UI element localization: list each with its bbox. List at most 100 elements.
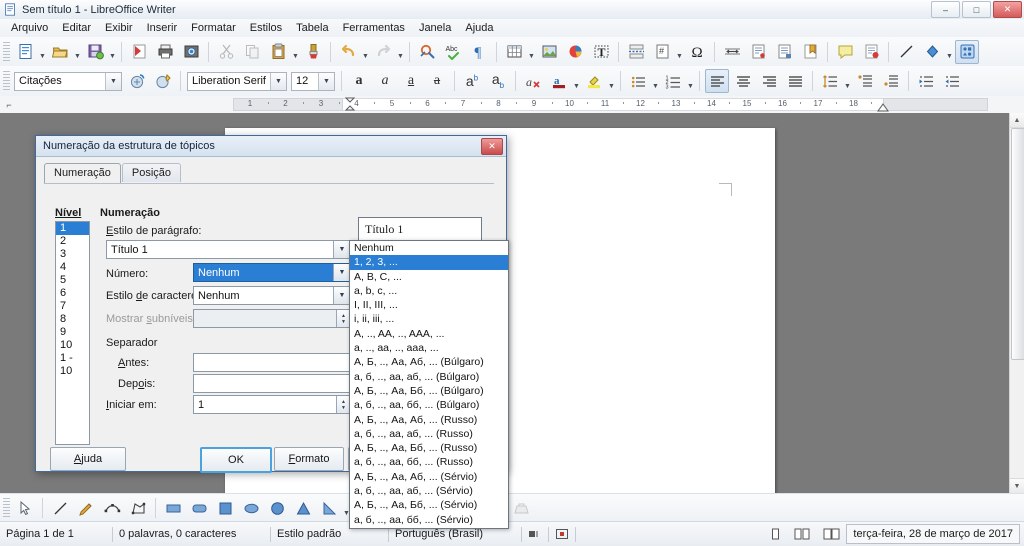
- menu-arquivo[interactable]: Arquivo: [4, 21, 55, 35]
- export-pdf-icon[interactable]: [127, 40, 151, 64]
- curve-icon[interactable]: [100, 496, 124, 520]
- font-size-combo[interactable]: 12 ▼: [291, 71, 335, 91]
- basic-shapes-dropdown[interactable]: ▼: [945, 38, 954, 65]
- rectangle-icon[interactable]: [161, 496, 185, 520]
- level-item[interactable]: 5: [56, 274, 89, 287]
- dropdown-option[interactable]: а, б, .., аа, бб, ... (Russo): [350, 455, 508, 469]
- special-character-icon[interactable]: Ω: [685, 40, 709, 64]
- ordered-list-dropdown[interactable]: ▼: [686, 68, 695, 95]
- update-style-icon[interactable]: [125, 69, 149, 93]
- circle-icon[interactable]: [265, 496, 289, 520]
- vertical-scrollbar[interactable]: ▲ ▼: [1009, 113, 1024, 493]
- open-file-icon[interactable]: [48, 40, 72, 64]
- level-item[interactable]: 8: [56, 313, 89, 326]
- align-center-icon[interactable]: [731, 69, 755, 93]
- level-item[interactable]: 2: [56, 235, 89, 248]
- insert-field-icon[interactable]: #: [650, 40, 674, 64]
- level-item[interactable]: 3: [56, 248, 89, 261]
- new-document-icon[interactable]: [13, 40, 37, 64]
- menu-ferramentas[interactable]: Ferramentas: [336, 21, 412, 35]
- unordered-list-icon[interactable]: [626, 69, 650, 93]
- unordered-list-dropdown[interactable]: ▼: [651, 68, 660, 95]
- after-field[interactable]: [193, 374, 351, 393]
- tab-stop-selector-icon[interactable]: ⌐: [0, 96, 18, 113]
- highlight-color-dropdown[interactable]: ▼: [607, 68, 616, 95]
- right-triangle-icon[interactable]: [317, 496, 341, 520]
- level-item[interactable]: 4: [56, 261, 89, 274]
- status-page[interactable]: Página 1 de 1: [0, 526, 112, 543]
- level-listbox[interactable]: 1 2 3 4 5 6 7 8 9 10 1 - 10: [55, 221, 90, 445]
- formatting-marks-icon[interactable]: ¶: [467, 40, 491, 64]
- undo-dropdown[interactable]: ▼: [361, 38, 370, 65]
- clear-formatting-icon[interactable]: a: [521, 69, 545, 93]
- dropdown-option[interactable]: a, b, c, ...: [350, 284, 508, 298]
- open-file-dropdown[interactable]: ▼: [73, 38, 82, 65]
- chevron-down-icon[interactable]: ▼: [333, 241, 350, 258]
- rounded-rectangle-icon[interactable]: [187, 496, 211, 520]
- toolbar-grip[interactable]: [3, 71, 10, 91]
- print-icon[interactable]: [153, 40, 177, 64]
- dropdown-option[interactable]: i, ii, iii, ...: [350, 312, 508, 326]
- freeform-line-icon[interactable]: [74, 496, 98, 520]
- scroll-up-arrow-icon[interactable]: ▲: [1010, 113, 1024, 128]
- close-button[interactable]: ✕: [993, 1, 1022, 18]
- number-field[interactable]: Nenhum ▼: [193, 263, 351, 282]
- insert-text-box-icon[interactable]: T: [589, 40, 613, 64]
- dropdown-option[interactable]: а, б, .., аа, бб, ... (Búlgaro): [350, 398, 508, 412]
- superscript-icon[interactable]: ab: [460, 69, 484, 93]
- chevron-down-icon[interactable]: ▼: [270, 72, 286, 90]
- insert-comment-icon[interactable]: [833, 40, 857, 64]
- insert-chart-icon[interactable]: [563, 40, 587, 64]
- dropdown-option[interactable]: А, Б, .., Аа, Аб, ... (Russo): [350, 413, 508, 427]
- ok-button[interactable]: OK: [200, 447, 272, 473]
- help-button[interactable]: Ajuda: [50, 447, 126, 471]
- dropdown-option[interactable]: 1, 2, 3, ...: [350, 255, 508, 270]
- scrollbar-thumb[interactable]: [1011, 128, 1024, 360]
- level-item[interactable]: 1 - 10: [56, 352, 89, 378]
- paste-dropdown[interactable]: ▼: [291, 38, 300, 65]
- toolbar-grip[interactable]: [3, 498, 10, 518]
- line-icon[interactable]: [48, 496, 72, 520]
- dropdown-option[interactable]: А, Б, .., Аа, Аб, ... (Búlgaro): [350, 355, 508, 369]
- menu-formatar[interactable]: Formatar: [184, 21, 243, 35]
- align-left-icon[interactable]: [705, 69, 729, 93]
- level-item[interactable]: 10: [56, 339, 89, 352]
- status-selection-mode[interactable]: [522, 526, 548, 543]
- paste-icon[interactable]: [266, 40, 290, 64]
- underline-icon[interactable]: a: [399, 69, 423, 93]
- dropdown-option[interactable]: а, б, .., аа, бб, ... (Sérvio): [350, 513, 508, 527]
- insert-field-dropdown[interactable]: ▼: [675, 38, 684, 65]
- redo-dropdown[interactable]: ▼: [396, 38, 405, 65]
- status-save-state[interactable]: [549, 526, 575, 543]
- redo-icon[interactable]: [371, 40, 395, 64]
- chevron-down-icon[interactable]: ▼: [318, 72, 334, 90]
- dropdown-option[interactable]: А, Б, .., Аа, Бб, ... (Búlgaro): [350, 384, 508, 398]
- menu-exibir[interactable]: Exibir: [98, 21, 140, 35]
- undo-icon[interactable]: [336, 40, 360, 64]
- insert-table-dropdown[interactable]: ▼: [527, 38, 536, 65]
- paragraph-style-combo[interactable]: Citações ▼: [14, 71, 122, 91]
- menu-inserir[interactable]: Inserir: [140, 21, 185, 35]
- dialog-title-bar[interactable]: Numeração da estrutura de tópicos ✕: [36, 136, 506, 157]
- bold-icon[interactable]: a: [347, 69, 371, 93]
- insert-bookmark-icon[interactable]: [798, 40, 822, 64]
- dropdown-option[interactable]: А, Б, .., Аа, Бб, ... (Sérvio): [350, 498, 508, 512]
- clone-formatting-icon[interactable]: [301, 40, 325, 64]
- new-document-dropdown[interactable]: ▼: [38, 38, 47, 65]
- insert-line-icon[interactable]: [894, 40, 918, 64]
- copy-icon[interactable]: [240, 40, 264, 64]
- view-single-page[interactable]: [763, 526, 788, 543]
- tab-numeracao[interactable]: Numeração: [44, 163, 121, 183]
- paragraph-style-field[interactable]: Título 1 ▼: [106, 240, 351, 259]
- dropdown-option[interactable]: а, б, .., аа, аб, ... (Sérvio): [350, 484, 508, 498]
- line-spacing-icon[interactable]: [818, 69, 842, 93]
- indent-marker-left-icon[interactable]: [344, 97, 356, 111]
- dropdown-option[interactable]: а, б, .., аа, аб, ... (Búlgaro): [350, 370, 508, 384]
- basic-shapes-icon[interactable]: [920, 40, 944, 64]
- dialog-close-button[interactable]: ✕: [481, 137, 503, 155]
- menu-estilos[interactable]: Estilos: [243, 21, 289, 35]
- decrease-paragraph-spacing-icon[interactable]: [879, 69, 903, 93]
- spelling-icon[interactable]: Abc: [441, 40, 465, 64]
- insert-image-icon[interactable]: [537, 40, 561, 64]
- format-button[interactable]: Formato: [274, 447, 344, 471]
